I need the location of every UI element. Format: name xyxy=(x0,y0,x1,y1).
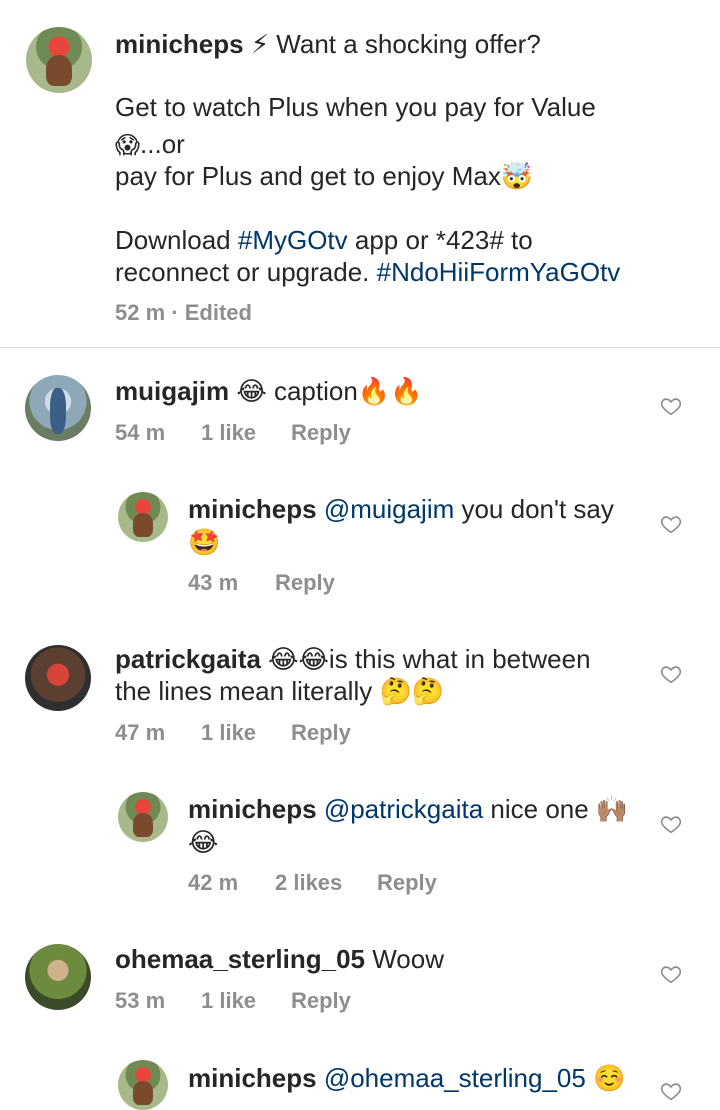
comment-username[interactable]: minicheps xyxy=(188,794,317,824)
avatar[interactable] xyxy=(118,792,168,842)
avatar[interactable] xyxy=(25,944,91,1010)
avatar[interactable] xyxy=(25,375,91,441)
comment-username[interactable]: patrickgaita xyxy=(115,644,261,674)
heart-outline-icon[interactable] xyxy=(660,395,682,417)
edited-label: · Edited xyxy=(171,300,252,325)
avatar[interactable] xyxy=(26,27,92,93)
reply-button[interactable]: Reply xyxy=(291,720,351,746)
comment-time: 53 m xyxy=(115,988,166,1013)
reply-text: minicheps @muigajim you don't say xyxy=(188,494,614,524)
reply-text: minicheps @ohemaa_sterling_05 ☺️ xyxy=(188,1063,626,1093)
comment-time: 47 m xyxy=(115,720,166,745)
hashtag-link[interactable]: #NdoHiiFormYaGOtv xyxy=(377,257,621,287)
caption-line-5: Download #MyGOtv app or *423# to xyxy=(115,225,533,255)
comment-text-line-2: the lines mean literally 🤔🤔 xyxy=(115,676,445,706)
reply-button[interactable]: Reply xyxy=(291,988,351,1014)
heart-outline-icon[interactable] xyxy=(660,963,682,985)
reply-text: minicheps @patrickgaita nice one 🙌🏽 xyxy=(188,794,629,824)
comment-time: 54 m xyxy=(115,420,166,445)
avatar[interactable] xyxy=(118,492,168,542)
comment-time: 43 m xyxy=(188,570,239,595)
avatar[interactable] xyxy=(25,645,91,711)
reply-button[interactable]: Reply xyxy=(275,570,335,596)
comment-username[interactable]: ohemaa_sterling_05 xyxy=(115,944,365,974)
hashtag-link[interactable]: #MyGOtv xyxy=(238,225,348,255)
comment-text: ohemaa_sterling_05 Woow xyxy=(115,944,445,974)
caption-line-4: pay for Plus and get to enjoy Max🤯 xyxy=(115,161,534,191)
reply-button[interactable]: Reply xyxy=(291,420,351,446)
caption-line-1: minicheps ⚡ Want a shocking offer? xyxy=(115,28,541,60)
post-meta: 52 m · Edited xyxy=(115,300,252,326)
likes-count[interactable]: 1 like xyxy=(201,988,256,1014)
reply-button[interactable]: Reply xyxy=(377,870,437,896)
caption-line-3: 😱...or xyxy=(115,129,185,159)
reply-text-line-2: 😂 xyxy=(188,827,219,857)
mention-link[interactable]: @ohemaa_sterling_05 xyxy=(324,1063,586,1093)
comment-text: patrickgaita 😂😂is this what in between xyxy=(115,644,591,674)
comment-meta: 54 m xyxy=(115,420,165,446)
caption-text: ⚡ Want a shocking offer? xyxy=(243,29,541,59)
post-username[interactable]: minicheps xyxy=(115,29,244,59)
heart-outline-icon[interactable] xyxy=(660,813,682,835)
comment-time: 42 m xyxy=(188,870,239,895)
comment-username[interactable]: minicheps xyxy=(188,494,317,524)
mention-link[interactable]: @patrickgaita xyxy=(324,794,483,824)
heart-outline-icon[interactable] xyxy=(660,663,682,685)
heart-outline-icon[interactable] xyxy=(660,513,682,535)
likes-count[interactable]: 1 like xyxy=(201,720,256,746)
reply-text-line-2: 🤩 xyxy=(188,527,221,557)
caption-line-6: reconnect or upgrade. #NdoHiiFormYaGOtv xyxy=(115,257,621,287)
mention-link[interactable]: @muigajim xyxy=(324,494,454,524)
heart-outline-icon[interactable] xyxy=(660,1080,682,1102)
emoji: 😱 xyxy=(115,131,141,159)
comment-username[interactable]: minicheps xyxy=(188,1063,317,1093)
caption-line-2: Get to watch Plus when you pay for Value xyxy=(115,92,596,122)
comment-text: muigajim 😂 caption🔥🔥 xyxy=(115,376,423,406)
likes-count[interactable]: 1 like xyxy=(201,420,256,446)
likes-count[interactable]: 2 likes xyxy=(275,870,342,896)
post-time: 52 m xyxy=(115,300,166,325)
avatar[interactable] xyxy=(118,1060,168,1110)
comment-username[interactable]: muigajim xyxy=(115,376,229,406)
divider xyxy=(0,347,720,348)
